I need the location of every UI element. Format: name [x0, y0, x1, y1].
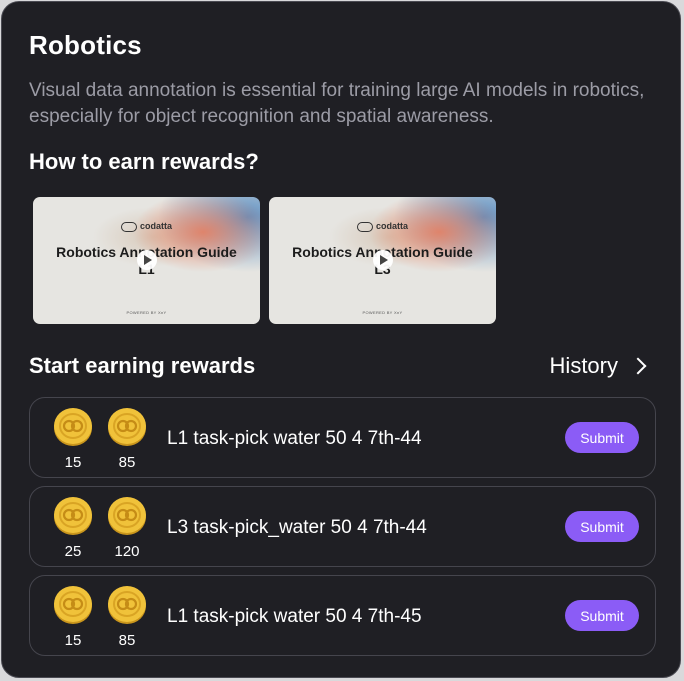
- submit-button[interactable]: Submit: [565, 511, 639, 542]
- guides-heading: How to earn rewards?: [29, 149, 259, 174]
- task-label: L3 task-pick_water 50 4 7th-44: [167, 517, 427, 538]
- task-label: L1 task-pick water 50 4 7th-45: [167, 606, 422, 627]
- play-icon[interactable]: [137, 250, 157, 270]
- history-label: History: [549, 353, 618, 378]
- coin-icon: [54, 586, 92, 624]
- coin-icon: [54, 497, 92, 535]
- robotics-panel: Robotics Visual data annotation is essen…: [1, 1, 681, 678]
- guide-video-l1[interactable]: codatta Robotics Annotation Guide L1 POW…: [33, 197, 260, 324]
- play-icon[interactable]: [373, 250, 393, 270]
- reward-amount: 120: [114, 543, 140, 560]
- coin-icon: [108, 497, 146, 535]
- section-description: Visual data annotation is essential for …: [29, 80, 645, 127]
- earning-heading: Start earning rewards: [29, 353, 256, 378]
- guide-video-l3[interactable]: codatta Robotics Annotation Guide L3 POW…: [269, 197, 496, 324]
- reward-amount: 15: [64, 454, 82, 471]
- section-title: Robotics: [29, 30, 142, 60]
- codatta-logo-icon: [120, 221, 137, 232]
- codatta-logo-icon: [356, 221, 373, 232]
- coin-icon: [54, 408, 92, 446]
- coin-icon: [108, 408, 146, 446]
- video-footer: POWERED BY XnY: [362, 310, 403, 315]
- submit-button[interactable]: Submit: [565, 600, 639, 631]
- reward-amount: 85: [118, 632, 136, 649]
- video-footer: POWERED BY XnY: [126, 310, 167, 315]
- task-card: 15 85 L1 task-pick water 50 4 7th-45 Sub…: [29, 575, 656, 656]
- coin-icon: [108, 586, 146, 624]
- reward-amount: 15: [64, 632, 82, 649]
- reward-amount: 25: [64, 543, 82, 560]
- submit-button[interactable]: Submit: [565, 422, 639, 453]
- task-card: 15 85 L1 task-pick water 50 4 7th-44 Sub…: [29, 397, 656, 478]
- chevron-right-icon: [629, 357, 647, 375]
- task-label: L1 task-pick water 50 4 7th-44: [167, 428, 422, 449]
- reward-amount: 85: [118, 454, 136, 471]
- codatta-logo: codatta: [269, 221, 496, 232]
- codatta-logo: codatta: [33, 221, 260, 232]
- task-card: 25 120 L3 task-pick_water 50 4 7th-44 Su…: [29, 486, 656, 567]
- guide-video-list: codatta Robotics Annotation Guide L1 POW…: [33, 197, 496, 324]
- history-link[interactable]: History: [550, 353, 648, 379]
